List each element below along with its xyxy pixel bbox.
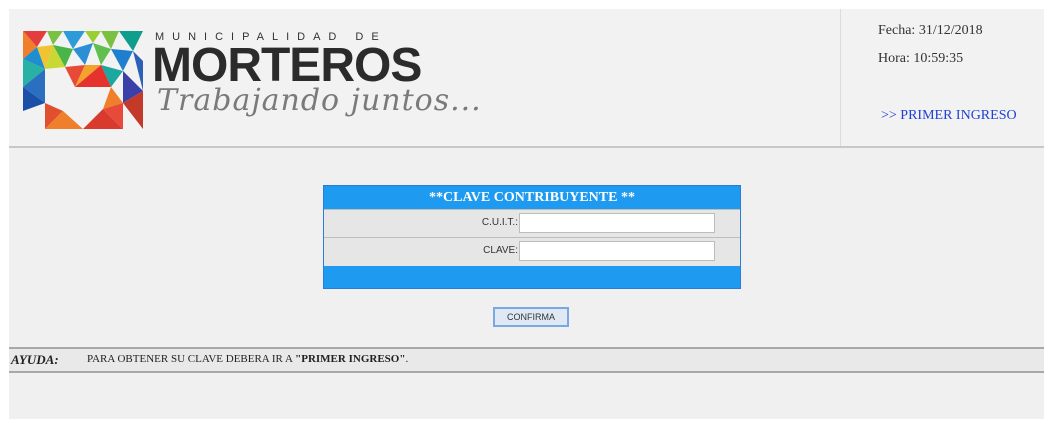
- header: MUNICIPALIDAD DE MORTEROS Trabajando jun…: [9, 9, 1044, 148]
- help-label: AYUDA:: [11, 352, 59, 367]
- morteros-logo-icon: [23, 31, 143, 129]
- time-label: Hora: 10:59:35: [878, 51, 964, 66]
- header-divider: [840, 9, 841, 146]
- clave-label: CLAVE:: [483, 245, 518, 256]
- cuit-input[interactable]: [519, 213, 715, 233]
- help-bar: AYUDA: PARA OBTENER SU CLAVE DEBERA IR A…: [9, 347, 1044, 373]
- date-label: Fecha: 31/12/2018: [878, 23, 983, 38]
- help-text-suffix: .: [405, 353, 409, 365]
- help-text: PARA OBTENER SU CLAVE DEBERA IR A "PRIME…: [87, 353, 408, 365]
- help-text-prefix: PARA OBTENER SU CLAVE DEBERA IR A: [87, 353, 296, 365]
- clave-row: CLAVE:: [324, 237, 740, 265]
- clave-input[interactable]: [519, 241, 715, 261]
- form-footer-bar: [324, 266, 740, 288]
- help-text-emphasis: "PRIMER INGRESO": [295, 353, 406, 365]
- page-frame: MUNICIPALIDAD DE MORTEROS Trabajando jun…: [9, 9, 1044, 419]
- cuit-row: C.U.I.T.:: [324, 209, 740, 237]
- cuit-label: C.U.I.T.:: [481, 217, 518, 228]
- form-title: **CLAVE CONTRIBUYENTE **: [324, 186, 740, 209]
- brand-slogan: Trabajando juntos...: [157, 83, 482, 118]
- confirm-button[interactable]: CONFIRMA: [493, 307, 569, 327]
- login-form: **CLAVE CONTRIBUYENTE ** C.U.I.T.: CLAVE…: [323, 185, 741, 289]
- first-login-link[interactable]: >> PRIMER INGRESO: [881, 108, 1017, 124]
